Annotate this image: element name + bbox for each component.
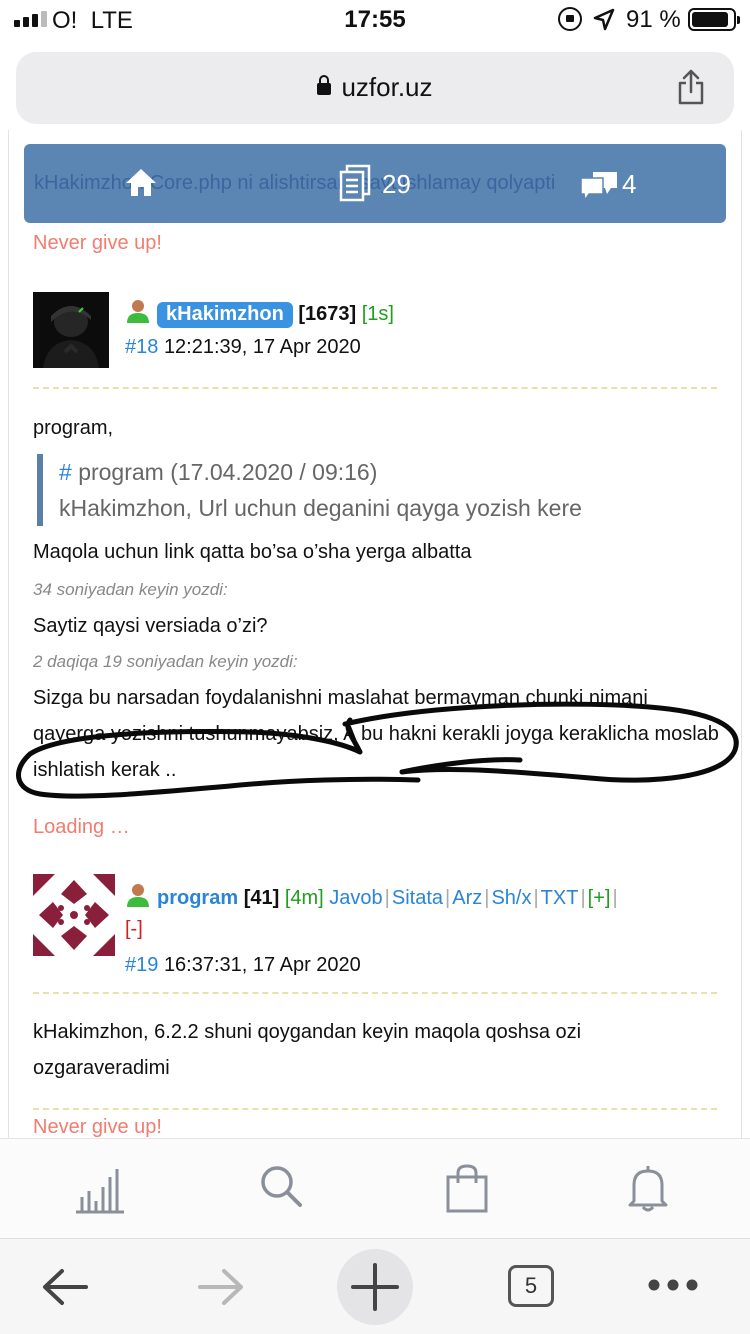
vote-plus-link[interactable]: [+] xyxy=(588,887,611,909)
search-icon[interactable] xyxy=(258,1163,304,1209)
username-link[interactable]: program xyxy=(157,887,238,909)
post-datetime: 16:37:31, 17 Apr 2020 xyxy=(163,954,361,976)
status-bar: O! LTE 17:55 91 % xyxy=(0,0,750,40)
post-number-link[interactable]: #18 xyxy=(125,336,158,358)
edit-note-1: 34 soniyadan keyin yozdi: xyxy=(33,580,228,599)
browser-nav-bar: 5 xyxy=(0,1238,750,1334)
online-status: [4m] xyxy=(284,887,324,909)
breadcrumb[interactable]: kHakimzhon Core.php ni alishtirsam sayt … xyxy=(34,172,555,195)
new-tab-button[interactable] xyxy=(337,1249,413,1325)
share-icon[interactable] xyxy=(676,68,706,106)
post-number-link[interactable]: #19 xyxy=(125,954,158,976)
back-arrow-icon[interactable] xyxy=(40,1265,90,1309)
divider xyxy=(33,387,717,389)
shopping-bag-icon[interactable] xyxy=(444,1163,490,1213)
battery-icon xyxy=(688,8,740,31)
topic-header: kHakimzhon Core.php ni alishtirsam sayt … xyxy=(24,144,726,223)
post-greeting: program, xyxy=(33,417,114,439)
signature-text: Never give up! xyxy=(33,232,162,254)
documents-count: 29 xyxy=(382,169,411,199)
address-bar[interactable]: uzfor.uz xyxy=(16,52,734,124)
plus-icon xyxy=(351,1263,399,1311)
site-bottom-toolbar xyxy=(0,1138,750,1238)
battery-percent: 91 % xyxy=(626,6,681,33)
txt-link[interactable]: TXT xyxy=(541,887,579,909)
documents-icon[interactable] xyxy=(338,164,372,202)
comments-count: 4 xyxy=(622,169,637,199)
post-author-line: kHakimzhon [1673] [1s] xyxy=(125,298,394,328)
private-message-link[interactable]: Sh/x xyxy=(491,887,531,909)
tabs-button[interactable]: 5 xyxy=(508,1265,554,1307)
quote-link[interactable]: Sitata xyxy=(392,887,443,909)
avatar[interactable] xyxy=(33,292,109,368)
user-icon xyxy=(127,300,149,323)
quote-link-hash[interactable]: # xyxy=(59,459,72,485)
url-text: uzfor.uz xyxy=(341,72,433,102)
vote-minus-link[interactable]: [-] xyxy=(125,918,143,940)
post-line-3: Sizga bu narsadan foydalanishni maslahat… xyxy=(33,687,719,781)
username-badge[interactable]: kHakimzhon xyxy=(157,302,293,328)
divider xyxy=(33,1108,717,1110)
report-link[interactable]: Arz xyxy=(452,887,482,909)
user-rating: [1673] xyxy=(298,303,357,325)
more-icon[interactable] xyxy=(646,1277,700,1293)
rotation-lock-icon xyxy=(558,7,582,31)
quote-block: # program (17.04.2020 / 09:16) kHakimzho… xyxy=(37,454,727,526)
post-line-1: Maqola uchun link qatta bo’sa o’sha yerg… xyxy=(33,541,472,563)
avatar[interactable] xyxy=(33,874,115,956)
forward-arrow-icon[interactable] xyxy=(196,1265,246,1309)
chat-icon[interactable] xyxy=(579,168,619,202)
post-body: kHakimzhon, 6.2.2 shuni qoygandan keyin … xyxy=(33,1021,582,1079)
lock-icon xyxy=(317,75,332,95)
quote-body: kHakimzhon, Url uchun deganini qayga yoz… xyxy=(59,495,582,521)
reply-link[interactable]: Javob xyxy=(329,887,382,909)
home-icon[interactable] xyxy=(124,166,158,198)
divider xyxy=(33,992,717,994)
user-rating: [41] xyxy=(243,887,280,909)
post-datetime: 12:21:39, 17 Apr 2020 xyxy=(163,336,361,358)
web-content: kHakimzhon Core.php ni alishtirsam sayt … xyxy=(0,130,750,1138)
bell-icon[interactable] xyxy=(626,1163,670,1213)
edit-note-2: 2 daqiqa 19 soniyadan keyin yozdi: xyxy=(33,652,298,671)
stats-icon[interactable] xyxy=(74,1163,126,1215)
post-meta: #18 12:21:39, 17 Apr 2020 xyxy=(125,336,361,359)
location-arrow-icon xyxy=(593,8,615,31)
post-author-line: program [41] [4m] Javob | Sitata | Arz | Sh/x |… xyxy=(125,882,620,910)
user-icon xyxy=(127,884,149,907)
post-line-2: Saytiz qaysi versiada o’zi? xyxy=(33,615,268,637)
vote-minus-line: [-] xyxy=(125,918,143,941)
online-status: [1s] xyxy=(361,303,394,325)
loading-text: Loading … xyxy=(33,816,130,838)
signature-text: Never give up! xyxy=(33,1116,162,1138)
post-meta: #19 16:37:31, 17 Apr 2020 xyxy=(125,954,361,977)
quote-header: program (17.04.2020 / 09:16) xyxy=(78,459,378,485)
